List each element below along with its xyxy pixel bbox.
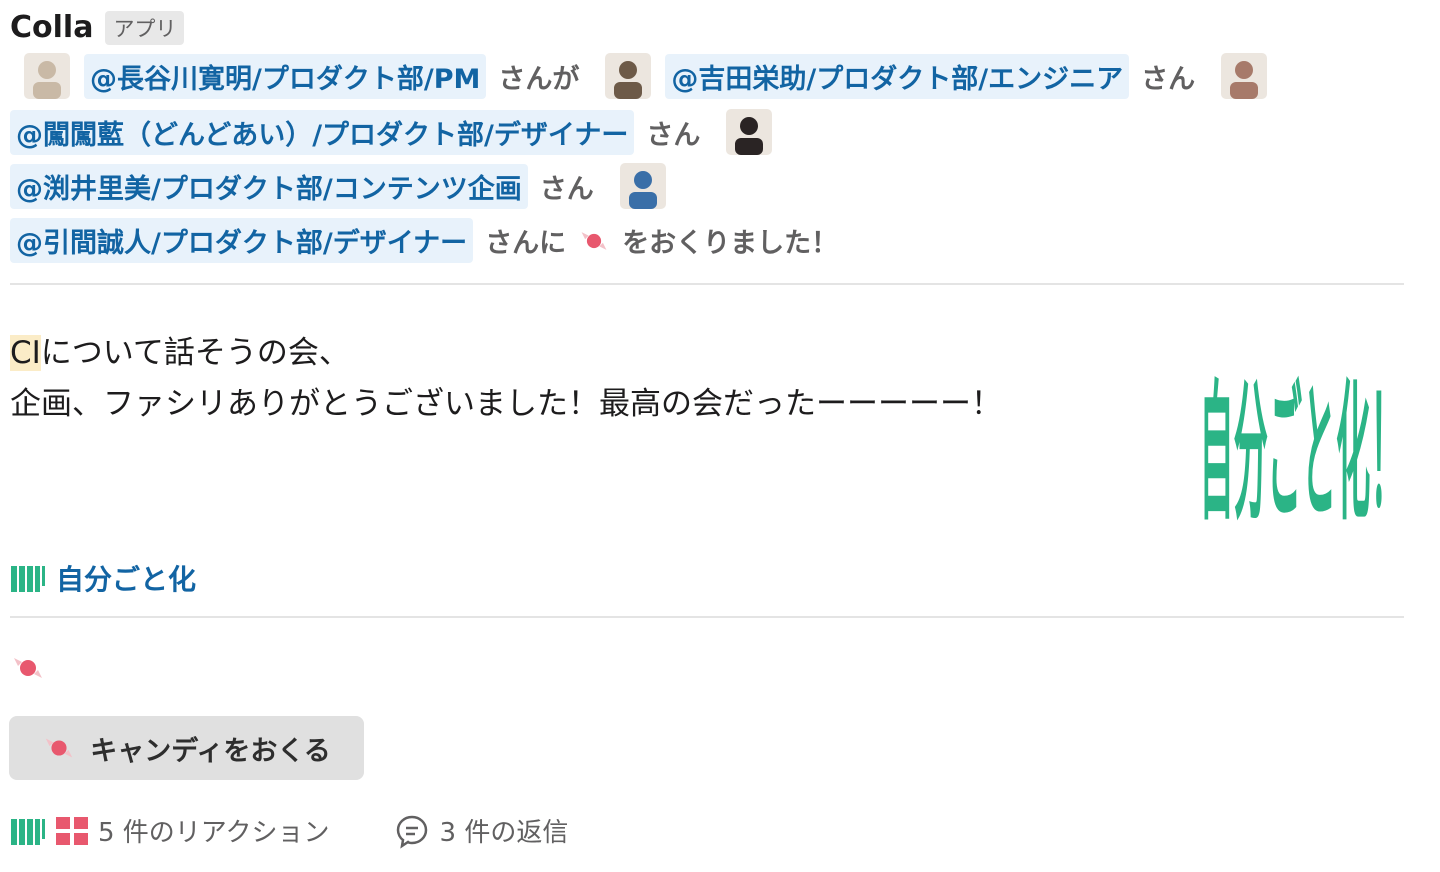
arigatou-reaction-icon[interactable] [54, 813, 90, 849]
message-footer: 5 件のリアクション 3 件の返信 [10, 812, 568, 849]
jibungotoka-sticker: 自分ごと化！ [1200, 367, 1405, 530]
jibungotoka-emoji-icon [11, 566, 45, 592]
user-mention[interactable]: @引間誠人/プロダクト部/デザイナー [10, 218, 474, 263]
avatar-ran[interactable] [1221, 53, 1268, 99]
comment-icon [396, 815, 427, 849]
user-mention[interactable]: @吉田栄助/プロダクト部/エンジニア [665, 53, 1130, 99]
intro-line: @引間誠人/プロダクト部/デザイナー さんに をおくりました！ [10, 218, 850, 263]
avatar-yoshida[interactable] [605, 53, 652, 99]
divider-top [10, 283, 1404, 285]
intro-line: @闖闖藍（どんどあい）/プロダクト部/デザイナー さん [10, 109, 786, 155]
intro-line: @長谷川寛明/プロダクト部/PM さんが @吉田栄助/プロダクト部/エンジニア さん [10, 53, 1281, 99]
message-line-1: について話そうの会、 [40, 335, 350, 371]
send-candy-button[interactable]: キャンディをおくる [9, 716, 364, 780]
send-candy-label: キャンディをおくる [90, 735, 331, 767]
jibungotoka-reaction-icon[interactable] [10, 813, 46, 849]
intro-text-fragment: さんが [498, 63, 580, 95]
user-mention[interactable]: @闖闖藍（どんどあい）/プロダクト部/デザイナー [10, 109, 635, 155]
intro-line: @渕井里美/プロダクト部/コンテンツ企画 さん [10, 163, 680, 209]
intro-text-fragment: さん [646, 119, 701, 151]
avatar-hikima[interactable] [619, 163, 666, 209]
message-body: CIについて話そうの会、 企画、ファシリありがとうございました！最高の会だったー… [10, 328, 1002, 430]
reply-count: 3 件の返信 [439, 818, 569, 848]
user-mention[interactable]: @長谷川寛明/プロダクト部/PM [84, 53, 487, 99]
highlighted-keyword: CI [10, 335, 41, 371]
candy-icon [581, 231, 607, 250]
tag-label[interactable]: 自分ごと化 [56, 558, 196, 598]
candy-icon [14, 658, 42, 678]
intro-text-fragment: さんに [485, 228, 567, 259]
candy-icon [45, 738, 73, 758]
divider-bottom [10, 616, 1404, 618]
avatar-fuchii[interactable] [726, 109, 773, 155]
intro-text-fragment: さん [539, 173, 594, 205]
sticker-text: 自分ごと化！ [1200, 367, 1405, 530]
app-name[interactable]: Colla [10, 10, 93, 45]
app-badge: アプリ [105, 10, 185, 45]
intro-text-fragment: さん [1141, 63, 1196, 95]
tag-row[interactable]: 自分ごと化 [10, 558, 196, 598]
user-mention[interactable]: @渕井里美/プロダクト部/コンテンツ企画 [10, 163, 528, 209]
message-header: Colla アプリ [10, 10, 185, 45]
avatar-hasegawa[interactable] [24, 53, 70, 99]
intro-text-fragment: をおくりました！ [622, 228, 839, 259]
message-line-2: 企画、ファシリありがとうございました！最高の会だったーーーーー！ [10, 386, 1002, 422]
replies-link[interactable]: 3 件の返信 [394, 812, 569, 849]
reaction-count[interactable]: 5 件のリアクション [98, 812, 330, 849]
